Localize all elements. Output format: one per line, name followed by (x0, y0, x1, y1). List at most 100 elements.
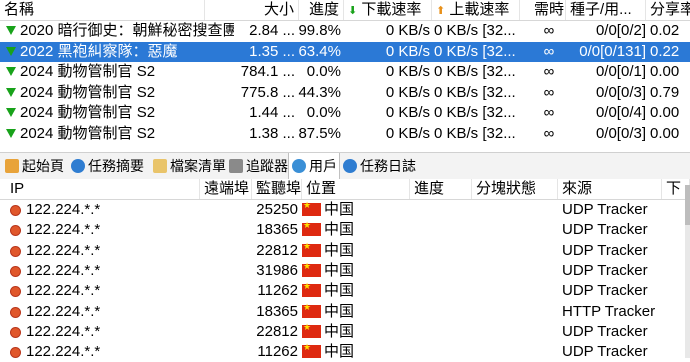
torrent-ratio: 0.00 (650, 104, 680, 121)
peer-location: 中国 (324, 261, 355, 279)
tab-peers[interactable]: 用戶 (288, 153, 340, 179)
peer-status-icon (11, 307, 20, 317)
torrent-upload-rate: 0 KB/s [32... (434, 22, 516, 39)
col-blocks-header[interactable]: 分塊狀態 (472, 179, 558, 199)
torrent-seeds: 0/0[0/1] (595, 63, 646, 80)
peer-row[interactable]: 122.224.*.* 11262 中国 UDP Tracker (0, 281, 690, 301)
torrent-size: 775.8 ... (240, 83, 295, 101)
peer-source: UDP Tracker (562, 343, 648, 361)
tab-summary[interactable]: 任務摘要 (68, 153, 150, 179)
peer-listen-port: 25250 (256, 201, 298, 218)
peer-row[interactable]: 122.224.*.* 18365 中国 HTTP Tracker (0, 302, 690, 322)
torrent-row[interactable]: 2024 動物管制官 S2 775.8 ... 44.3% 0 KB/s 0 KB/s … (0, 83, 690, 103)
torrent-download-rate: 0 KB/s (385, 83, 430, 101)
torrent-progress: 44.3% (298, 83, 341, 101)
col-eta-header[interactable]: 需時 (520, 0, 566, 20)
tab-log[interactable]: 任務日誌 (340, 153, 420, 179)
downloading-arrow-icon (6, 87, 16, 97)
col-seeds-header[interactable]: 種子/用... (566, 0, 646, 20)
tab-trackers[interactable]: 追蹤器 (226, 153, 288, 179)
torrent-seeds: 0/0[0/2] (595, 22, 646, 39)
torrent-size: 1.44 ... (249, 104, 295, 121)
peer-row[interactable]: 122.224.*.* 31986 中国 UDP Tracker (0, 261, 690, 281)
col-size-header[interactable]: 大小 (205, 0, 299, 20)
info-icon (71, 159, 85, 173)
peer-source: UDP Tracker (562, 201, 648, 218)
col-ratio-header[interactable]: 分享率 (646, 0, 690, 20)
peer-ip: 122.224.*.* (26, 322, 101, 340)
peer-row[interactable]: 122.224.*.* 22812 中国 UDP Tracker (0, 322, 690, 342)
peer-ip: 122.224.*.* (26, 221, 101, 239)
peer-row[interactable]: 122.224.*.* 25250 中国 UDP Tracker (0, 200, 690, 220)
torrent-row[interactable]: 2024 動物管制官 S2 1.38 ... 87.5% 0 KB/s 0 KB/s [… (0, 124, 690, 144)
users-icon (292, 159, 306, 173)
torrent-name: 2024 動物管制官 S2 (20, 83, 156, 101)
col-upload-header[interactable]: ⬆ 上載速率 (432, 0, 520, 20)
torrent-eta: ∞ (543, 63, 555, 80)
col-location-header[interactable]: 位置 (302, 179, 410, 199)
home-icon (5, 159, 19, 173)
peer-location: 中国 (324, 221, 355, 239)
peer-location: 中国 (324, 201, 355, 218)
detail-tab-bar: 起始頁 任務摘要 檔案清單 追蹤器 用戶 任務日誌 (0, 152, 690, 180)
tab-home[interactable]: 起始頁 (2, 153, 68, 179)
torrent-row[interactable]: 2024 動物管制官 S2 1.44 ... 0.0% 0 KB/s 0 KB/s [3… (0, 103, 690, 123)
torrent-size: 1.35 ... (249, 42, 295, 60)
col-source-header[interactable]: 來源 (558, 179, 662, 199)
tracker-icon (229, 159, 243, 173)
peer-ip: 122.224.*.* (26, 201, 101, 218)
peer-ip: 122.224.*.* (26, 282, 101, 300)
peer-row[interactable]: 122.224.*.* 22812 中国 UDP Tracker (0, 241, 690, 261)
torrent-ratio: 0.22 (650, 42, 680, 60)
downloading-arrow-icon (6, 46, 16, 56)
col-name-header[interactable]: 名稱 (0, 0, 205, 20)
peer-source: UDP Tracker (562, 282, 648, 300)
torrent-row[interactable]: 2022 黑袍糾察隊：惡魔 1.35 ... 63.4% 0 KB/s 0 KB/s [… (0, 41, 690, 62)
scrollbar-thumb[interactable] (685, 185, 690, 225)
download-arrow-icon: ⬇ (348, 5, 358, 17)
peer-ip: 122.224.*.* (26, 241, 101, 259)
torrent-eta: ∞ (543, 22, 555, 39)
peer-listen-port: 31986 (256, 261, 298, 279)
peer-status-icon (11, 348, 20, 358)
downloading-arrow-icon (6, 67, 16, 76)
peer-row[interactable]: 122.224.*.* 11262 中国 UDP Tracker (0, 342, 690, 362)
col-remote-port-header[interactable]: 遠端埠 (200, 179, 252, 199)
torrent-name: 2024 動物管制官 S2 (20, 104, 156, 121)
torrent-size: 2.84 ... (249, 22, 295, 39)
china-flag-icon (302, 322, 321, 338)
col-listen-port-header[interactable]: 監聽埠 (252, 179, 302, 199)
peer-row[interactable]: 122.224.*.* 18365 中国 UDP Tracker (0, 220, 690, 240)
tab-files[interactable]: 檔案清單 (150, 153, 226, 179)
peer-status-icon (11, 246, 20, 256)
peer-listen-port: 18365 (256, 302, 298, 320)
torrent-upload-rate: 0 KB/s [32... (434, 42, 516, 60)
peer-listen-port: 18365 (256, 221, 298, 239)
peer-status-icon (11, 327, 20, 337)
peer-location: 中国 (324, 343, 355, 361)
peer-location: 中国 (324, 282, 355, 300)
torrent-upload-rate: 0 KB/s [32... (434, 83, 516, 101)
peer-list-scrollbar[interactable] (685, 185, 690, 358)
torrent-seeds: 0/0[0/3] (595, 83, 646, 101)
torrent-download-rate: 0 KB/s (385, 124, 430, 142)
col-download-header[interactable]: ⬇ 下載速率 (344, 0, 432, 20)
peer-listen-port: 22812 (256, 322, 298, 340)
torrent-progress: 0.0% (306, 104, 341, 121)
torrent-eta: ∞ (543, 124, 555, 142)
col-progress-header[interactable]: 進度 (410, 179, 472, 199)
col-progress-header[interactable]: 進度 (299, 0, 344, 20)
downloading-arrow-icon (6, 26, 16, 35)
torrent-row[interactable]: 2024 動物管制官 S2 784.1 ... 0.0% 0 KB/s 0 KB/s [… (0, 62, 690, 82)
torrent-size: 1.38 ... (249, 124, 295, 142)
torrent-seeds: 0/0[0/3] (595, 124, 646, 142)
torrent-row[interactable]: 2020 暗行御史：朝鮮秘密搜查團 2.84 ... 99.8% 0 KB/s 0 KB… (0, 21, 690, 41)
col-ip-header[interactable]: IP (0, 179, 200, 199)
torrent-eta: ∞ (543, 42, 555, 60)
peer-status-icon (11, 206, 20, 215)
upload-arrow-icon: ⬆ (436, 5, 446, 17)
peer-ip: 122.224.*.* (26, 261, 101, 279)
china-flag-icon (302, 342, 321, 359)
china-flag-icon (302, 241, 321, 257)
torrent-eta: ∞ (543, 104, 555, 121)
